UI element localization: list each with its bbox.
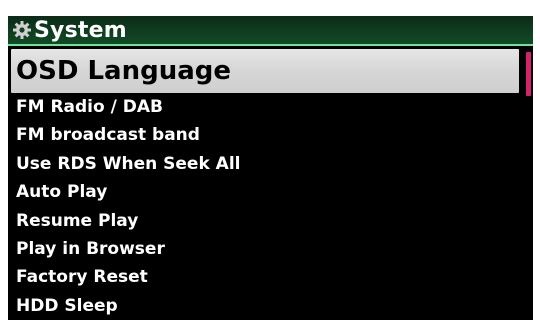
page-title: System [34,18,127,43]
menu-item-fm-broadcast-band[interactable]: FM broadcast band [8,121,533,149]
menu-item-fm-radio-dab[interactable]: FM Radio / DAB [8,93,533,121]
menu-item-resume-play[interactable]: Resume Play [8,207,533,235]
system-menu-screen: System OSD Language FM Radio / DAB FM broa… [8,16,533,320]
settings-list: OSD Language FM Radio / DAB FM broadcast b… [8,49,533,320]
menu-item-play-in-browser[interactable]: Play in Browser [8,235,533,263]
menu-item-osd-language[interactable]: OSD Language [11,49,519,93]
title-bar: System [8,16,533,46]
menu-item-auto-play[interactable]: Auto Play [8,178,533,206]
menu-item-use-rds-when-seek-all[interactable]: Use RDS When Seek All [8,150,533,178]
gear-icon [13,21,31,39]
menu-item-factory-reset[interactable]: Factory Reset [8,263,533,291]
scrollbar-thumb[interactable] [526,52,531,96]
menu-item-hdd-sleep[interactable]: HDD Sleep [8,292,533,320]
scrollbar[interactable] [526,52,531,320]
